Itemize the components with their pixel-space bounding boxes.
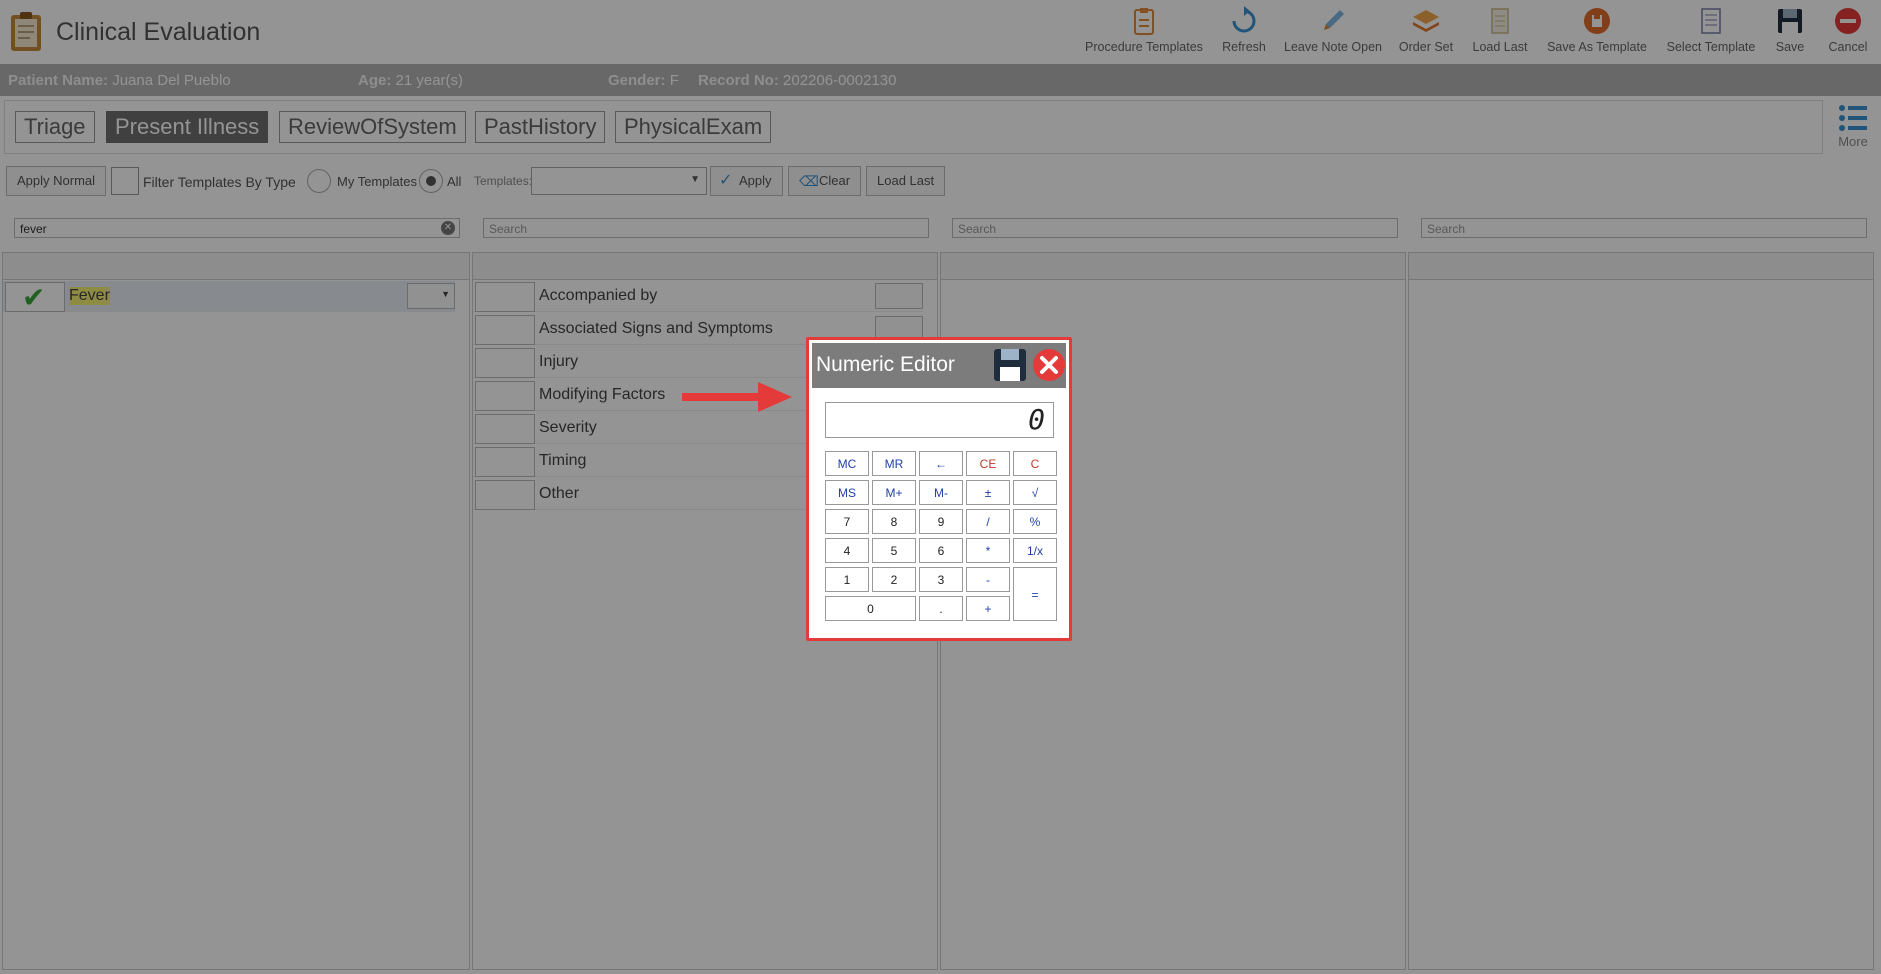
key-0[interactable]: 0	[825, 596, 916, 621]
numeric-editor-dialog: Numeric Editor 0 MC MR ← CE C MS M+ M- ±…	[806, 337, 1072, 641]
dialog-title: Numeric Editor	[816, 353, 955, 376]
key-reciprocal[interactable]: 1/x	[1013, 538, 1057, 563]
key-mr[interactable]: MR	[872, 451, 916, 476]
key-2[interactable]: 2	[872, 567, 916, 592]
close-icon[interactable]	[1032, 348, 1066, 382]
key-7[interactable]: 7	[825, 509, 869, 534]
key-9[interactable]: 9	[919, 509, 963, 534]
red-arrow-icon	[682, 382, 792, 412]
key-m-plus[interactable]: M+	[872, 480, 916, 505]
numeric-display: 0	[825, 402, 1054, 438]
key-c[interactable]: C	[1013, 451, 1057, 476]
key-percent[interactable]: %	[1013, 509, 1057, 534]
key-ms[interactable]: MS	[825, 480, 869, 505]
key-mc[interactable]: MC	[825, 451, 869, 476]
key-4[interactable]: 4	[825, 538, 869, 563]
key-6[interactable]: 6	[919, 538, 963, 563]
key-5[interactable]: 5	[872, 538, 916, 563]
key-8[interactable]: 8	[872, 509, 916, 534]
key-3[interactable]: 3	[919, 567, 963, 592]
key-m-minus[interactable]: M-	[919, 480, 963, 505]
key-sqrt[interactable]: √	[1013, 480, 1057, 505]
key-decimal[interactable]: .	[919, 596, 963, 621]
key-add[interactable]: +	[966, 596, 1010, 621]
key-plus-minus[interactable]: ±	[966, 480, 1010, 505]
key-equals[interactable]: =	[1013, 567, 1057, 621]
floppy-icon[interactable]	[992, 347, 1028, 383]
key-ce[interactable]: CE	[966, 451, 1010, 476]
key-1[interactable]: 1	[825, 567, 869, 592]
key-divide[interactable]: /	[966, 509, 1010, 534]
key-multiply[interactable]: *	[966, 538, 1010, 563]
key-subtract[interactable]: -	[966, 567, 1010, 592]
dialog-header: Numeric Editor	[812, 343, 1066, 388]
key-backspace[interactable]: ←	[919, 451, 963, 476]
